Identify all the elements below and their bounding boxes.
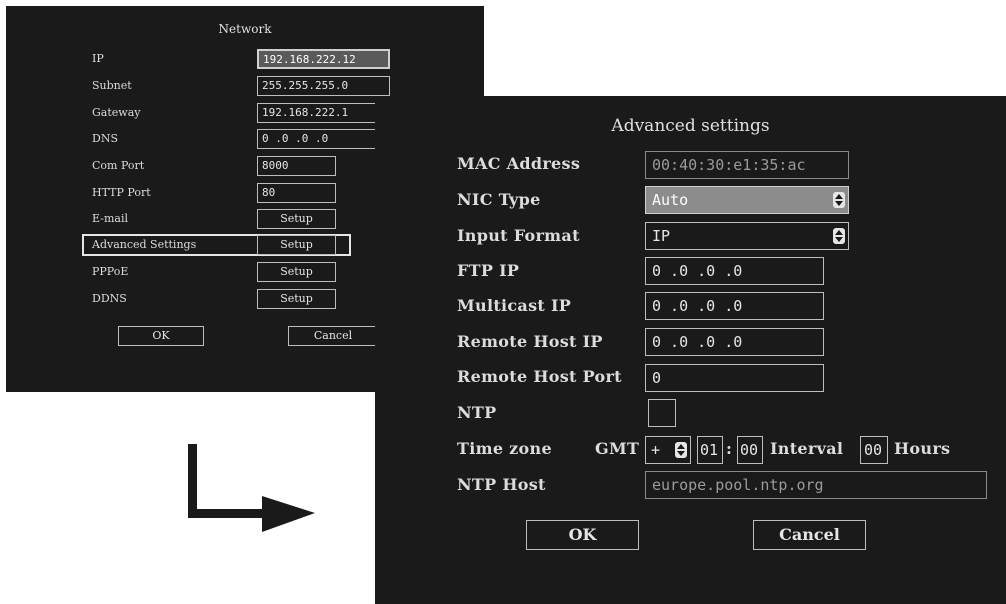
ddns-setup-button[interactable]: Setup [257,289,336,309]
ftp-ip-label: FTP IP [457,261,520,280]
nic-type-label: NIC Type [457,190,541,209]
hours-label: Hours [894,439,951,458]
interval-label: Interval [770,439,844,458]
up-down-spinner-icon[interactable] [833,192,845,208]
ddns-label: DDNS [92,292,127,305]
advanced-settings-title: Advanced settings [611,116,770,136]
ntp-host-field[interactable]: europe.pool.ntp.org [645,471,987,499]
mac-address-label: MAC Address [457,154,581,173]
gateway-label: Gateway [92,106,141,119]
up-down-spinner-icon[interactable] [833,228,845,244]
pppoe-label: PPPoE [92,265,129,278]
remote-host-ip-label: Remote Host IP [457,332,603,351]
ntp-host-label: NTP Host [457,475,546,494]
tz-separator: : [726,439,733,458]
advanced-settings-setup-button[interactable]: Setup [257,235,336,255]
network-title: Network [218,22,272,36]
tz-hours-field[interactable]: 01 [697,436,723,464]
ntp-checkbox[interactable] [648,399,676,427]
input-format-label: Input Format [457,226,580,245]
subnet-label: Subnet [92,79,132,92]
ip-label: IP [92,52,104,65]
http-port-label: HTTP Port [92,186,151,199]
advanced-settings-label: Advanced Settings [92,238,197,251]
tz-sign-value: + [651,441,661,459]
network-ok-button[interactable]: OK [118,326,204,346]
tz-minutes-field[interactable]: 00 [737,436,763,464]
com-port-field[interactable]: 8000 [257,156,336,176]
gateway-field[interactable]: 192.168.222.1 [257,103,390,123]
remote-host-ip-field[interactable]: 0 .0 .0 .0 [645,328,824,356]
dns-label: DNS [92,132,118,145]
interval-field[interactable]: 00 [860,436,888,464]
network-cancel-button[interactable]: Cancel [288,326,378,346]
nic-type-value: Auto [652,191,689,209]
time-zone-label: Time zone [457,439,552,458]
nic-type-select[interactable]: Auto [645,186,849,214]
ntp-label: NTP [457,403,497,422]
multicast-ip-label: Multicast IP [457,296,572,315]
arrow-down-right-icon [188,444,315,532]
tz-sign-select[interactable]: + [645,436,691,464]
advanced-ok-button[interactable]: OK [526,520,639,550]
email-label: E-mail [92,212,128,225]
mac-address-field: 00:40:30:e1:35:ac [645,151,849,179]
dns-field[interactable]: 0 .0 .0 .0 [257,129,390,149]
remote-host-port-field[interactable]: 0 [645,364,824,392]
ftp-ip-field[interactable]: 0 .0 .0 .0 [645,257,824,285]
ip-field[interactable]: 192.168.222.12 [257,49,390,69]
advanced-cancel-button[interactable]: Cancel [753,520,866,550]
http-port-field[interactable]: 80 [257,183,336,203]
multicast-ip-field[interactable]: 0 .0 .0 .0 [645,292,824,320]
advanced-settings-dialog: Advanced settings MAC Address 00:40:30:e… [375,96,1006,604]
input-format-value: IP [652,227,671,245]
email-setup-button[interactable]: Setup [257,209,336,229]
pppoe-setup-button[interactable]: Setup [257,262,336,282]
remote-host-port-label: Remote Host Port [457,367,622,386]
input-format-select[interactable]: IP [645,222,849,250]
gmt-label: GMT [595,439,640,458]
subnet-field[interactable]: 255.255.255.0 [257,76,390,96]
up-down-spinner-icon[interactable] [675,442,687,458]
com-port-label: Com Port [92,159,145,172]
